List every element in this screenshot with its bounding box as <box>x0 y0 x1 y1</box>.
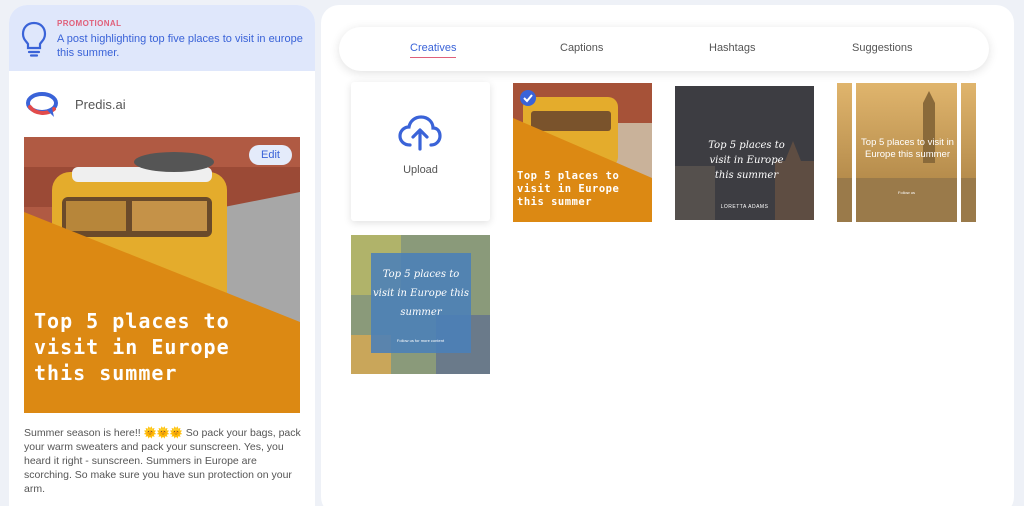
brand-row: Predis.ai <box>9 71 315 137</box>
selected-check-icon <box>520 90 536 106</box>
creative-card-3[interactable]: Top 5 places to visit in Europe this sum… <box>837 83 976 222</box>
creative-4-subtitle: Follow us for more content <box>396 338 445 343</box>
predis-logo-icon <box>26 92 58 117</box>
post-caption: Summer season is here!! 🌞🌞🌞 So pack your… <box>24 426 302 496</box>
sun-emoji: 🌞🌞🌞 <box>143 427 183 439</box>
creative-2-subtitle: LORETTA ADAMS <box>720 204 769 210</box>
caption-text-start: Summer season is here!! <box>24 427 144 439</box>
lightbulb-icon <box>21 21 47 57</box>
post-preview-image: Edit Top 5 places to visit in Europe thi… <box>24 137 300 413</box>
edit-button[interactable]: Edit <box>249 145 292 165</box>
prompt-category: PROMOTIONAL <box>57 19 122 28</box>
creative-3-subtitle: Follow us <box>898 190 915 195</box>
brand-name: Predis.ai <box>75 96 126 112</box>
creative-card-2[interactable]: Top 5 places to visit in Europe this sum… <box>675 86 814 220</box>
tab-captions[interactable]: Captions <box>560 42 603 54</box>
post-preview-panel: PROMOTIONAL A post highlighting top five… <box>9 5 315 506</box>
tab-hashtags[interactable]: Hashtags <box>709 42 755 54</box>
preview-title: Top 5 places to visit in Europe this sum… <box>34 309 230 385</box>
creative-4-title: Top 5 places to visit in Europe this sum… <box>372 269 470 318</box>
creative-1-title: Top 5 places to visit in Europe this sum… <box>517 170 620 208</box>
creative-card-4[interactable]: Top 5 places to visit in Europe this sum… <box>351 235 490 374</box>
creative-card-1[interactable]: Top 5 places to visit in Europe this sum… <box>513 83 652 222</box>
prompt-text: A post highlighting top five places to v… <box>57 33 303 59</box>
tab-bar: Creatives Captions Hashtags Suggestions <box>339 27 989 71</box>
upload-card[interactable]: Upload <box>351 82 490 221</box>
upload-label: Upload <box>403 164 438 176</box>
cloud-upload-icon <box>398 115 442 151</box>
prompt-banner: PROMOTIONAL A post highlighting top five… <box>9 5 315 71</box>
tab-suggestions[interactable]: Suggestions <box>852 42 913 54</box>
tab-creatives[interactable]: Creatives <box>410 42 457 58</box>
main-panel: Creatives Captions Hashtags Suggestions … <box>321 5 1014 506</box>
creative-3-title: Top 5 places to visit in Europe this sum… <box>861 137 954 160</box>
creative-2-title: Top 5 places to visit in Europe this sum… <box>708 140 785 181</box>
